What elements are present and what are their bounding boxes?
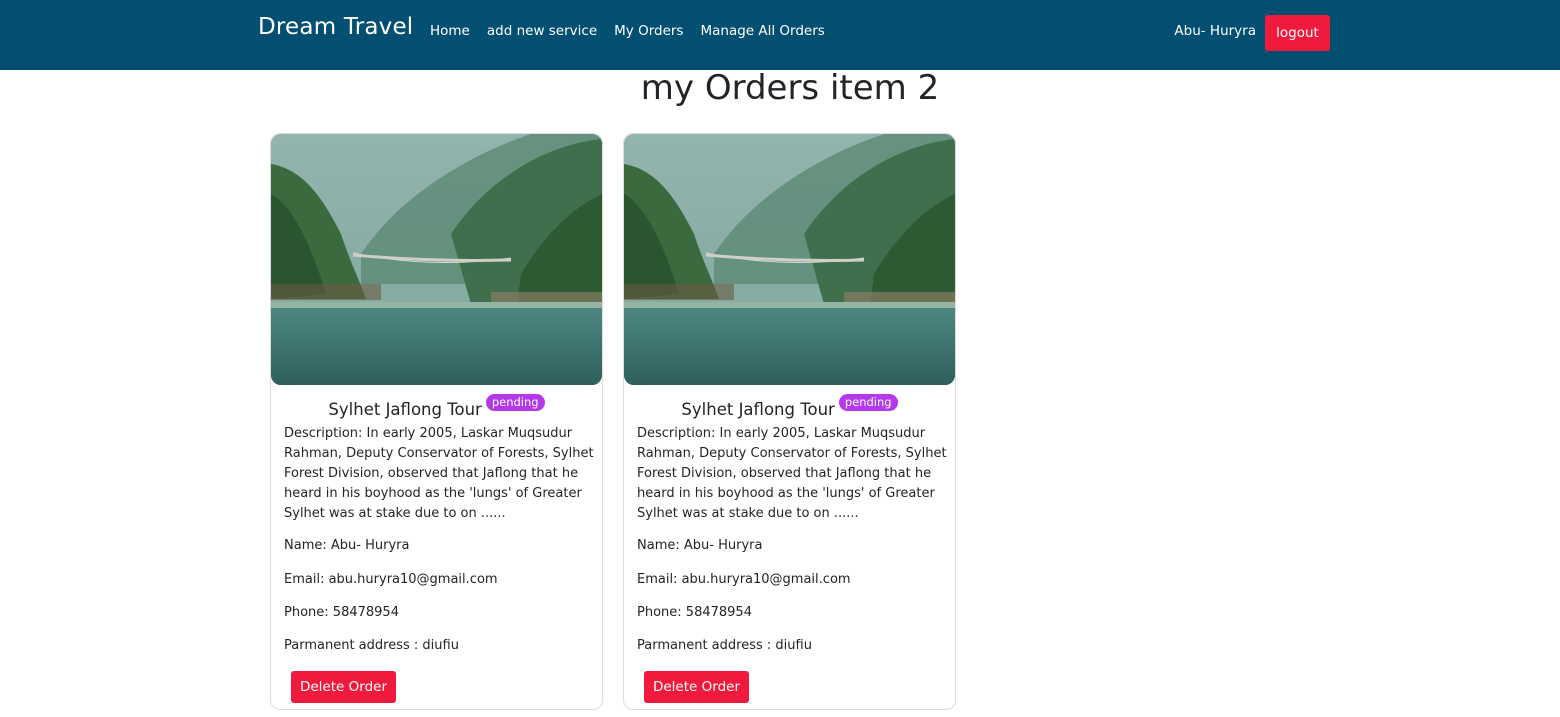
- nav-link-my-orders[interactable]: My Orders: [614, 23, 683, 39]
- email-value: abu.huryra10@gmail.com: [328, 572, 498, 587]
- phone-value: 58478954: [332, 605, 399, 620]
- address-value: diufiu: [422, 638, 459, 653]
- tour-image: [271, 134, 602, 385]
- top-navbar: Dream Travel Home add new service My Ord…: [0, 0, 1560, 70]
- address-value: diufiu: [775, 638, 812, 653]
- order-card: Sylhet Jaflong Tour pending Description: …: [623, 133, 956, 710]
- order-card: Sylhet Jaflong Tour pending Description: …: [270, 133, 603, 710]
- order-name: Name: Abu- Huryra: [637, 538, 762, 553]
- order-name: Name: Abu- Huryra: [284, 538, 409, 553]
- nav-links: Home add new service My Orders Manage Al…: [430, 23, 842, 39]
- name-value: Abu- Huryra: [683, 538, 763, 553]
- phone-label: Phone:: [284, 605, 333, 620]
- name-label: Name:: [637, 538, 684, 553]
- address-label: Parmanent address :: [284, 638, 423, 653]
- order-address: Parmanent address : diufiu: [284, 638, 459, 653]
- delete-order-button[interactable]: Delete Order: [644, 671, 749, 703]
- page-title: my Orders item 2: [640, 68, 940, 108]
- logout-button[interactable]: logout: [1265, 15, 1330, 51]
- order-title: Sylhet Jaflong Tour pending: [271, 394, 602, 419]
- order-title-text: Sylhet Jaflong Tour: [681, 400, 835, 419]
- phone-label: Phone:: [637, 605, 686, 620]
- delete-order-button[interactable]: Delete Order: [291, 671, 396, 703]
- user-name: Abu- Huryra: [1174, 23, 1256, 39]
- tour-image: [624, 134, 955, 385]
- status-badge: pending: [485, 394, 545, 411]
- brand-logo[interactable]: Dream Travel: [258, 14, 413, 40]
- name-label: Name:: [284, 538, 331, 553]
- order-title: Sylhet Jaflong Tour pending: [624, 394, 955, 419]
- address-label: Parmanent address :: [637, 638, 776, 653]
- order-email: Email: abu.huryra10@gmail.com: [284, 572, 498, 587]
- nav-link-home[interactable]: Home: [430, 23, 470, 39]
- nav-link-add-new-service[interactable]: add new service: [487, 23, 597, 39]
- nav-link-manage-all-orders[interactable]: Manage All Orders: [700, 23, 824, 39]
- order-email: Email: abu.huryra10@gmail.com: [637, 572, 851, 587]
- order-phone: Phone: 58478954: [284, 605, 399, 620]
- name-value: Abu- Huryra: [330, 538, 410, 553]
- order-description: Description: In early 2005, Laskar Muqsu…: [637, 426, 947, 521]
- order-address: Parmanent address : diufiu: [637, 638, 812, 653]
- order-description: Description: In early 2005, Laskar Muqsu…: [284, 426, 594, 521]
- order-title-text: Sylhet Jaflong Tour: [328, 400, 482, 419]
- email-label: Email:: [284, 572, 329, 587]
- phone-value: 58478954: [685, 605, 752, 620]
- order-phone: Phone: 58478954: [637, 605, 752, 620]
- status-badge: pending: [838, 394, 898, 411]
- email-label: Email:: [637, 572, 682, 587]
- email-value: abu.huryra10@gmail.com: [681, 572, 851, 587]
